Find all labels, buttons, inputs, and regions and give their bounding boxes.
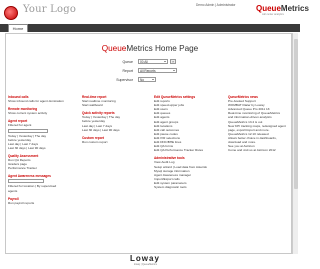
user-info[interactable]: Demo Admin | Administrator <box>196 3 235 7</box>
queue-search-button[interactable]: ? <box>170 59 176 64</box>
queue-label: Queue <box>122 60 133 64</box>
link-quick[interactable]: Last 30 days | Last 90 days <box>82 128 142 132</box>
logo: Your Logo <box>4 4 76 22</box>
column-4: QueueMetrics news Pre-booked Support WOM… <box>228 95 290 156</box>
column-2: Real-time report Start realtime monitori… <box>82 95 142 148</box>
supervisor-select[interactable]: No <box>138 77 156 82</box>
link-admin[interactable]: System diagnostic tools <box>154 185 226 189</box>
logo-icon <box>4 6 18 20</box>
tab-home[interactable]: Home <box>8 24 28 32</box>
agent-report-filter-label: Filtered for agent <box>8 123 32 128</box>
brand-logo: QueueMetrics <box>256 4 309 13</box>
agent-report-input[interactable] <box>8 128 48 133</box>
footer-subtitle: loway | QueueMetrics <box>134 263 157 266</box>
supervisor-label: Supervisor <box>116 78 133 82</box>
column-1: Inbound calls Show inbound calls for age… <box>8 95 68 209</box>
page-title: QueueMetrics Home Page <box>0 44 300 53</box>
report-select[interactable]: All Reports <box>138 68 177 73</box>
brand-queue: Queue <box>256 4 281 13</box>
footer-logo: Loway <box>130 254 160 263</box>
column-3: Edit QueueMetrics settings Edit reports … <box>154 95 226 193</box>
awareness-link[interactable]: agents <box>8 189 68 193</box>
news-text: Come and visit us at Astricon 2012 <box>228 148 276 153</box>
link-settings[interactable]: Edit QA Performance Tracker Rules <box>154 148 226 152</box>
report-label: Report <box>122 69 133 73</box>
logo-text: Your Logo <box>23 4 77 15</box>
header: Your Logo Demo Admin | Administrator Que… <box>0 0 309 26</box>
page-title-queue: Queue <box>101 44 127 53</box>
link-qa[interactable]: Performance Tracker <box>8 166 68 170</box>
link-wallboard[interactable]: Start wallboard <box>82 103 142 107</box>
tab-bar <box>0 24 300 32</box>
link-inbound[interactable]: Show inbound calls for agent domination <box>8 99 68 103</box>
brand-metrics: Metrics <box>280 4 309 13</box>
awareness-input[interactable] <box>8 179 44 184</box>
app-window: Your Logo Demo Admin | Administrator Que… <box>0 0 309 269</box>
scrollbar-thumb[interactable] <box>294 39 298 189</box>
queue-select[interactable]: 00 All <box>138 59 168 64</box>
link-remote[interactable]: Show current system activity <box>8 111 68 115</box>
link-custom[interactable]: Run custom report <box>82 140 142 144</box>
link-payroll[interactable]: Run payroll reports <box>8 201 68 205</box>
brand-subtitle: call center analytics <box>262 13 284 16</box>
section-title-awareness: Agent Awareness messages <box>8 174 51 179</box>
agent-report-link[interactable]: Last 30 days | Last 90 days <box>8 146 68 150</box>
scrollbar[interactable] <box>292 33 298 254</box>
page-title-rest: Metrics Home Page <box>126 44 199 53</box>
